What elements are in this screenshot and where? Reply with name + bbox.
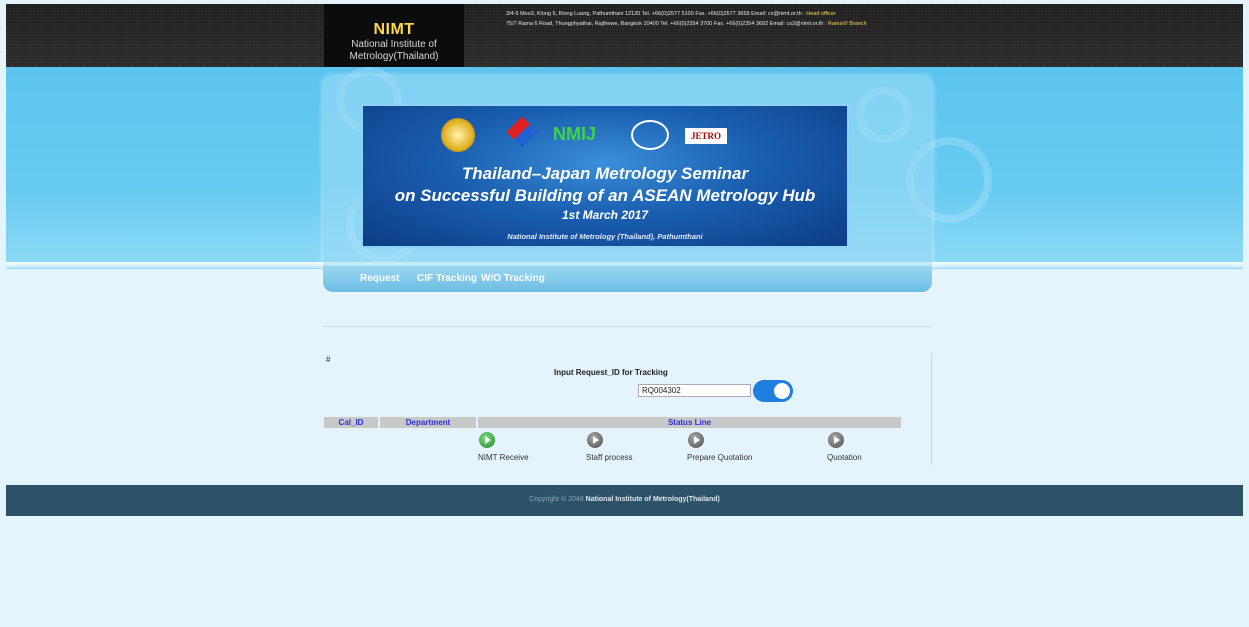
footer-copyright: Copyright © 2048 National Institute of M…	[529, 496, 720, 503]
header-cal-id: Cal_ID	[324, 417, 378, 428]
thai-emblem-icon	[441, 118, 475, 152]
step-nimt-receive-icon[interactable]	[479, 432, 495, 448]
banner-venue: National Institute of Metrology (Thailan…	[507, 232, 703, 241]
address-block: 3/4-5 Moo3, Klong 5, Klong Luang, Pathum…	[506, 9, 867, 29]
banner-title-line2: on Successful Building of an ASEAN Metro…	[394, 186, 816, 205]
head-office-label: Head officer	[806, 11, 836, 17]
nav-request[interactable]: Request	[360, 273, 399, 284]
tracking-toggle[interactable]	[753, 380, 793, 402]
address-head-office: 3/4-5 Moo3, Klong 5, Klong Luang, Pathum…	[506, 9, 867, 19]
branch-label: RamaVI Branch	[827, 21, 867, 27]
step-staff-process-label: Staff process	[586, 453, 633, 462]
tracking-label: Input Request_ID for Tracking	[554, 368, 668, 377]
step-staff-process-icon[interactable]	[587, 432, 603, 448]
footer: Copyright © 2048 National Institute of M…	[6, 485, 1243, 516]
banner-date: 1st March 2017	[561, 208, 649, 222]
toggle-knob	[774, 383, 790, 399]
step-quotation-label: Quotation	[827, 453, 862, 462]
section-divider	[323, 326, 932, 327]
banner-logos: NMIJ JETRO	[363, 116, 847, 152]
address-branch: 75/7 Rama 6 Road, Thungphyathai, Rajthew…	[506, 19, 867, 29]
footer-org-name: National Institute of Metrology(Thailand…	[585, 496, 720, 503]
copyright-text: Copyright © 2048	[529, 496, 584, 503]
logo-subtitle-1: National Institute of	[351, 39, 437, 50]
nimt-diamond-icon	[506, 116, 538, 148]
content-right-border	[931, 353, 932, 465]
nav-wo-tracking[interactable]: W/O Tracking	[481, 273, 545, 284]
step-prepare-quotation-label: Prepare Quotation	[687, 453, 753, 462]
header-department: Department	[380, 417, 476, 428]
seminar-banner: NMIJ JETRO Thailand–Japan Metrology Semi…	[361, 104, 849, 248]
banner-title-line1: Thailand–Japan Metrology Seminar	[461, 164, 749, 183]
page: NIMT National Institute of Metrology(Tha…	[6, 4, 1243, 627]
step-quotation-icon[interactable]	[828, 432, 844, 448]
hash-link[interactable]: #	[326, 355, 330, 364]
logo-subtitle-2: Metrology(Thailand)	[349, 51, 439, 62]
nimt-logo[interactable]: NIMT National Institute of Metrology(Tha…	[324, 4, 464, 67]
nav-cif-tracking[interactable]: CIF Tracking	[417, 273, 477, 284]
step-prepare-quotation-icon[interactable]	[688, 432, 704, 448]
address-head-office-text: 3/4-5 Moo3, Klong 5, Klong Luang, Pathum…	[506, 11, 807, 17]
address-branch-text: 75/7 Rama 6 Road, Thungphyathai, Rajthew…	[506, 21, 828, 27]
jetro-logo: JETRO	[685, 128, 728, 144]
header-status-line: Status Line	[478, 417, 901, 428]
step-nimt-receive-label: NIMT Receive	[478, 453, 529, 462]
logo-title: NIMT	[373, 21, 415, 38]
nmij-logo: NMIJ	[553, 124, 597, 144]
main-nav: Request CIF Tracking W/O Tracking	[323, 266, 932, 292]
jica-logo-icon	[631, 120, 669, 150]
request-id-input[interactable]	[638, 384, 751, 397]
